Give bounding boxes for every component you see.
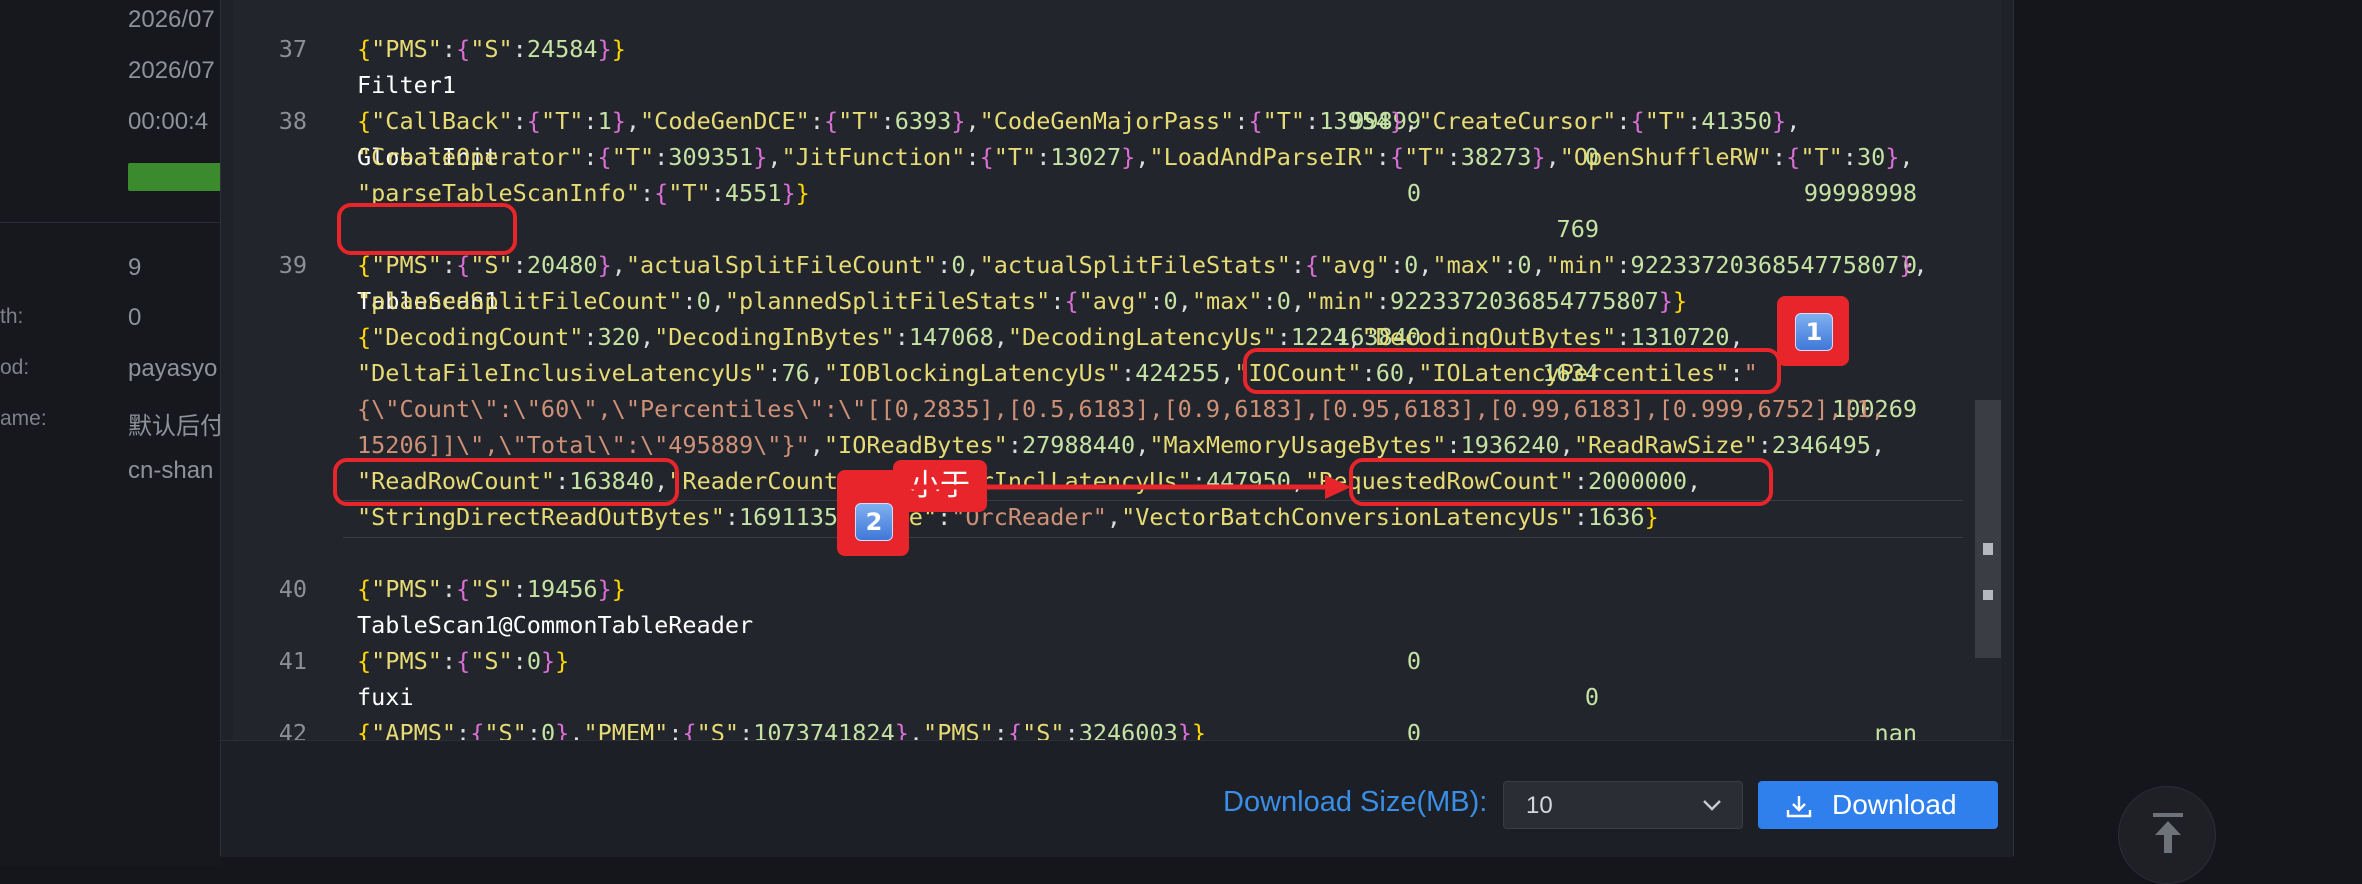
bg-divider	[0, 222, 222, 223]
highlight-tablescan1	[337, 203, 517, 255]
back-to-top-button[interactable]	[2118, 786, 2216, 884]
bg-date-1: 2026/07	[128, 6, 215, 33]
arrow-up-to-line-icon	[2153, 813, 2183, 853]
log-modal: 37 Filter1 99899 0 99998998 {"PMS":{"S":…	[220, 0, 2014, 857]
line-number: 40	[278, 575, 307, 603]
col-value-3: 99998998	[1803, 179, 1917, 207]
modal-footer: Download Size(MB): 10 Download	[221, 740, 2013, 857]
bg-date-2: 2026/07	[128, 57, 215, 84]
editor-scrollbar[interactable]	[1975, 400, 2001, 658]
line-number: 41	[278, 647, 307, 675]
bg-value-billing: 默认后付	[128, 413, 224, 440]
highlight-requestedrowcount	[1349, 458, 1773, 506]
code-row-40: 40 TableScan1@CommonTableReader 0 0 nan	[233, 535, 1973, 740]
download-size-label: Download Size(MB):	[1223, 786, 1488, 818]
code-row-42: 42 inst 0 0 nan	[233, 679, 1973, 740]
chevron-down-icon	[1703, 800, 1721, 811]
bg-value-payment: payasyo	[128, 355, 218, 382]
annotation-badge-1: 1	[1777, 296, 1849, 366]
code-row-37: 37 Filter1 99899 0 99998998	[233, 0, 1973, 207]
download-size-value: 10	[1526, 792, 1553, 819]
line-number: 37	[278, 35, 307, 63]
download-button[interactable]: Download	[1758, 781, 1998, 829]
download-button-label: Download	[1832, 789, 1957, 820]
bg-value-count: 9	[128, 254, 142, 281]
bg-label-3: ame:	[0, 407, 47, 430]
line-number: 38	[278, 107, 307, 135]
col-value-1: 0	[1406, 179, 1421, 207]
line-number: 42	[278, 719, 307, 740]
scrollbar-marker	[1983, 543, 1993, 555]
bg-value-region: cn-shan	[128, 457, 214, 484]
scrollbar-marker	[1983, 590, 1993, 600]
code-row-41: 41 fuxi 0 0 nan	[233, 607, 1973, 740]
highlight-iocount	[1243, 348, 1781, 394]
bg-value-zero: 0	[128, 304, 142, 331]
bg-duration: 00:00:4	[128, 108, 209, 135]
col-value-1: 0	[1406, 719, 1421, 740]
code-row-38: 38 GlobalInit 0 769 0	[233, 67, 1973, 279]
col-value-1: 0	[1406, 647, 1421, 675]
col-value-3: nan	[1874, 719, 1917, 740]
arrow-right-icon	[909, 475, 1351, 499]
bg-progress-bar	[128, 163, 222, 191]
bg-label-2: od:	[0, 356, 30, 379]
line-number: 39	[278, 251, 307, 279]
download-size-select[interactable]: 10	[1503, 781, 1743, 829]
highlight-readrowcount	[333, 458, 679, 506]
background-panel: 2026/07 2026/07 00:00:4 9 th: 0 od: paya…	[0, 0, 224, 866]
download-icon	[1786, 796, 1812, 818]
bg-label-1: th:	[0, 305, 24, 328]
